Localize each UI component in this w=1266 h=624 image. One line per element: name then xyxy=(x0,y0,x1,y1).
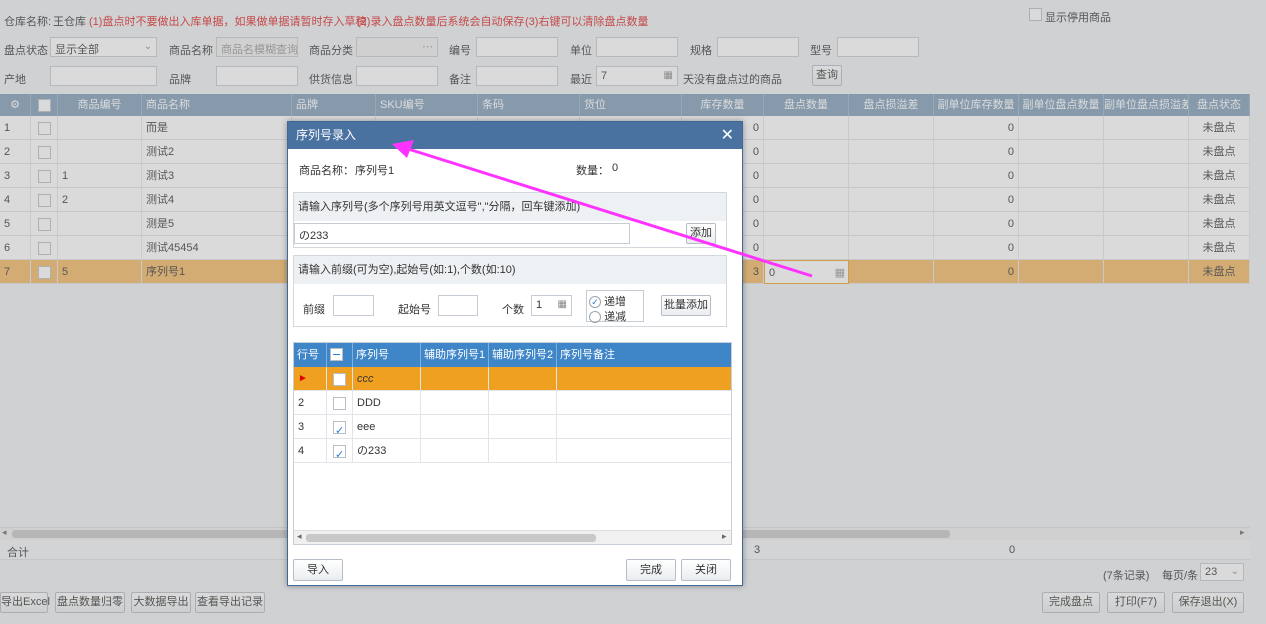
annotation-arrow xyxy=(392,140,813,278)
annotation-arrow-line xyxy=(404,146,813,278)
